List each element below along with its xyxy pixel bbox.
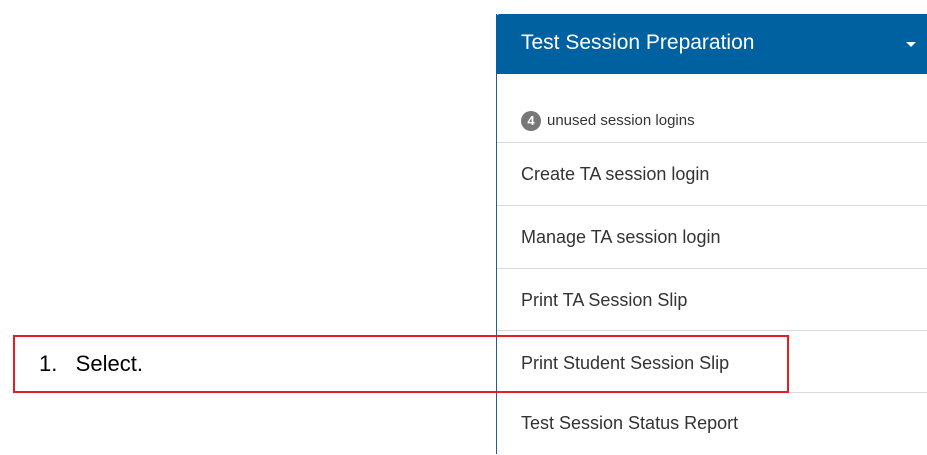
menu-item-label: Print TA Session Slip [521,290,688,310]
caret-down-icon[interactable] [906,42,916,47]
menu-item-test-session-status-report[interactable]: Test Session Status Report [497,393,927,455]
unused-logins-text: unused session logins [547,112,695,129]
panel-header[interactable]: Test Session Preparation [496,14,927,74]
menu-item-create-ta-session-login[interactable]: Create TA session login [497,143,927,206]
menu-item-label: Manage TA session login [521,227,721,247]
unused-logins-row: 4 unused session logins [497,74,927,143]
count-badge: 4 [521,111,541,131]
callout-text: 1. Select. [39,351,143,376]
menu-item-label: Test Session Status Report [521,413,739,433]
menu-item-manage-ta-session-login[interactable]: Manage TA session login [497,206,927,269]
panel-title: Test Session Preparation [521,31,755,54]
menu-item-print-ta-session-slip[interactable]: Print TA Session Slip [497,269,927,331]
select-callout-box: 1. Select. [13,335,789,393]
menu-item-label: Create TA session login [521,164,710,184]
